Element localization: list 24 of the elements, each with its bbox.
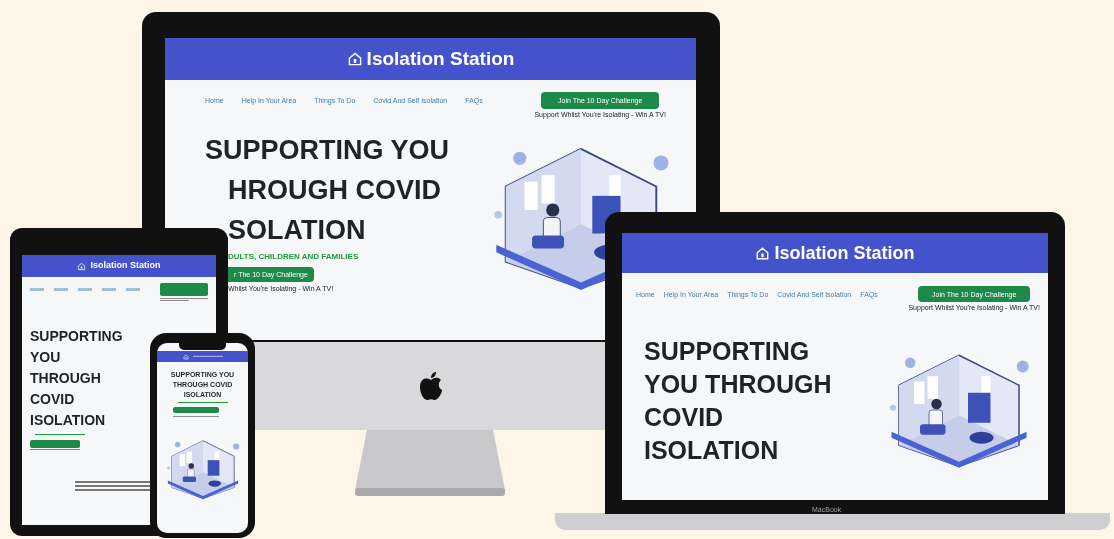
house-logo-icon — [755, 245, 771, 261]
hero-heading-line: COVID — [30, 390, 75, 409]
hero-tagline: DULTS, CHILDREN AND FAMILIES — [228, 250, 359, 263]
phone-notch — [179, 343, 226, 350]
hero-heading-line: YOU THROUGH — [644, 368, 832, 400]
house-logo-icon — [182, 353, 189, 360]
site-title: Isolation Station — [90, 259, 161, 273]
house-logo-icon — [77, 261, 87, 271]
blurred-text-drawing — [192, 355, 223, 358]
hero-heading-line: ISOLATION — [644, 434, 779, 466]
hero-heading-line: THROUGH — [30, 369, 101, 388]
hero-heading-line: YOU — [30, 348, 61, 367]
hero-heading-line: SOLATION — [228, 213, 366, 247]
hero-heading-line: COVID — [644, 401, 724, 433]
hero-heading-line: SUPPORTING — [30, 327, 123, 346]
hero-heading-line: HROUGH COVID — [228, 173, 441, 207]
apple-icon — [418, 371, 444, 401]
hero-heading-line: ISOLATION — [30, 411, 106, 430]
site-title: Isolation Station — [366, 46, 515, 71]
site-title: Isolation Station — [774, 241, 915, 265]
blurred-text-drawing — [160, 298, 208, 302]
house-logo-icon — [346, 51, 363, 67]
hero-heading-line: SUPPORTING YOU — [205, 133, 450, 167]
hero-heading-line: SUPPORTING — [644, 335, 810, 367]
